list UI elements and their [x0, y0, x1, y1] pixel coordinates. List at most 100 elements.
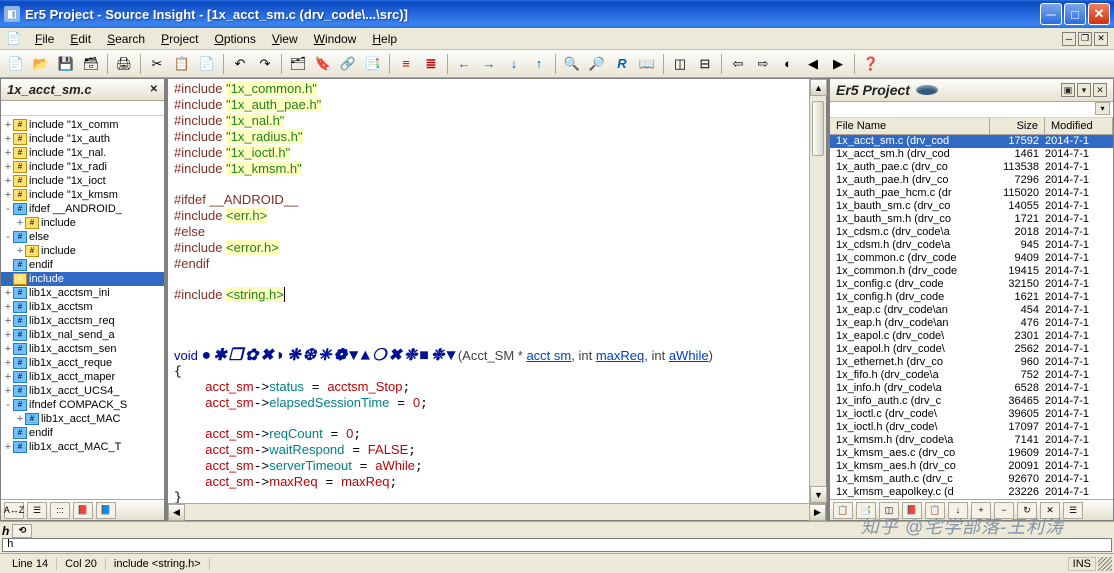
close-button[interactable]: ✕ — [1088, 3, 1110, 25]
symwin-button[interactable]: 🔖 — [311, 52, 335, 76]
file-row[interactable]: 1x_acct_sm.c (drv_cod175922014-7-1 — [830, 135, 1113, 148]
col-filename[interactable]: File Name — [830, 118, 990, 134]
file-row[interactable]: 1x_cdsm.c (drv_code\a20182014-7-1 — [830, 226, 1113, 239]
sort-az-button[interactable]: A↔Z — [4, 502, 24, 519]
menu-ile[interactable]: File — [28, 30, 61, 48]
find-button[interactable]: 🔍 — [560, 52, 584, 76]
mdi-restore[interactable]: ❐ — [1078, 32, 1092, 46]
prev-link-button[interactable]: ⇦ — [726, 52, 750, 76]
file-row[interactable]: 1x_info_auth.c (drv_c364652014-7-1 — [830, 395, 1113, 408]
col-size[interactable]: Size — [990, 118, 1045, 134]
menu-roject[interactable]: Project — [154, 30, 205, 48]
proj-b7[interactable]: + — [971, 502, 991, 519]
scroll-thumb[interactable] — [812, 101, 824, 156]
file-row[interactable]: 1x_kmsm_aes.h (drv_co200912014-7-1 — [830, 460, 1113, 473]
maximize-button[interactable]: □ — [1064, 3, 1086, 25]
scroll-up-icon[interactable]: ▲ — [810, 79, 827, 96]
tree-button[interactable]: ::: — [50, 502, 70, 519]
open-file-button[interactable]: 📂 — [29, 52, 53, 76]
project-menu-button[interactable]: ▾ — [1077, 83, 1091, 97]
file-row[interactable]: 1x_eap.h (drv_code\an4762014-7-1 — [830, 317, 1113, 330]
symbol-row[interactable]: -#ifndef COMPACK_S — [1, 398, 164, 412]
menu-indow[interactable]: Window — [307, 30, 364, 48]
symbol-row[interactable]: +#include "1x_radi — [1, 160, 164, 174]
symbol-row[interactable]: +#include "1x_auth — [1, 132, 164, 146]
file-row[interactable]: 1x_auth_pae.h (drv_co72962014-7-1 — [830, 174, 1113, 187]
file-row[interactable]: 1x_kmsm_auth.c (drv_c926702014-7-1 — [830, 473, 1113, 486]
proj-b4[interactable]: 📕 — [902, 502, 922, 519]
symbol-row[interactable]: -#else — [1, 230, 164, 244]
symbol-row[interactable]: +#lib1x_acctsm_ini — [1, 286, 164, 300]
refs-button[interactable]: R — [610, 52, 634, 76]
proj-b2[interactable]: 📑 — [856, 502, 876, 519]
goto-caller-button[interactable]: ↑ — [527, 52, 551, 76]
file-row[interactable]: 1x_eap.c (drv_code\an4542014-7-1 — [830, 304, 1113, 317]
file-row[interactable]: 1x_cdsm.h (drv_code\a9452014-7-1 — [830, 239, 1113, 252]
file-row[interactable]: 1x_common.h (drv_code194152014-7-1 — [830, 265, 1113, 278]
symbol-row[interactable]: +#include "1x_ioct — [1, 174, 164, 188]
symbol-row[interactable]: #endif — [1, 258, 164, 272]
symbol-row[interactable]: +#lib1x_acct_MAC_T — [1, 440, 164, 454]
file-row[interactable]: 1x_common.c (drv_code94092014-7-1 — [830, 252, 1113, 265]
mdi-minimize[interactable]: ─ — [1062, 32, 1076, 46]
book1-button[interactable]: 📕 — [73, 502, 93, 519]
symbol-row[interactable]: +#lib1x_nal_send_a — [1, 328, 164, 342]
menu-iew[interactable]: View — [265, 30, 305, 48]
file-row[interactable]: 1x_eapol.h (drv_code\25622014-7-1 — [830, 343, 1113, 356]
symbol-row[interactable]: +#lib1x_acct_MAC — [1, 412, 164, 426]
proj-b6[interactable]: ↓ — [948, 502, 968, 519]
context-body[interactable]: h — [2, 538, 1112, 552]
resize-grip[interactable] — [1098, 557, 1112, 571]
search-files-button[interactable]: 🔎 — [585, 52, 609, 76]
scroll-left-icon[interactable]: ◀ — [168, 504, 185, 521]
scroll-down-icon[interactable]: ▼ — [810, 486, 827, 503]
symbol-row[interactable]: +#include "1x_comm — [1, 118, 164, 132]
browse-button[interactable]: 📖 — [635, 52, 659, 76]
file-row[interactable]: 1x_kmsm.h (drv_code\a71412014-7-1 — [830, 434, 1113, 447]
file-row[interactable]: 1x_eapol.c (drv_code\23012014-7-1 — [830, 330, 1113, 343]
symbol-row[interactable]: +#lib1x_acct_maper — [1, 370, 164, 384]
book2-button[interactable]: 📘 — [96, 502, 116, 519]
project-close-button[interactable]: ✕ — [1093, 83, 1107, 97]
symbol-row[interactable]: +#include — [1, 272, 164, 286]
context-lock-button[interactable]: ⟲ — [12, 524, 32, 538]
file-row[interactable]: 1x_acct_sm.h (drv_cod14612014-7-1 — [830, 148, 1113, 161]
file-row[interactable]: 1x_kmsm_aes.c (drv_co196092014-7-1 — [830, 447, 1113, 460]
proj-b9[interactable]: ↻ — [1017, 502, 1037, 519]
toggle-mark-button[interactable]: ◐ — [776, 52, 800, 76]
project-filter-dropdown-icon[interactable]: ▾ — [1095, 102, 1110, 115]
help-button[interactable]: ❓ — [859, 52, 883, 76]
symbol-row[interactable]: +#include — [1, 244, 164, 258]
save-button[interactable]: 💾 — [54, 52, 78, 76]
file-row[interactable]: 1x_config.c (drv_code321502014-7-1 — [830, 278, 1113, 291]
proj-b5[interactable]: 📋 — [925, 502, 945, 519]
copy-button[interactable]: 📋 — [170, 52, 194, 76]
menu-ptions[interactable]: Options — [207, 30, 262, 48]
menu-earch[interactable]: Search — [100, 30, 152, 48]
file-row[interactable]: 1x_kmsm_eapolkey.c (d232262014-7-1 — [830, 486, 1113, 499]
symbol-row[interactable]: +#lib1x_acct_UCS4_ — [1, 384, 164, 398]
symbol-row[interactable]: +#lib1x_acct_reque — [1, 356, 164, 370]
symbol-panel-close-icon[interactable]: ✕ — [150, 84, 158, 95]
tile-h-button[interactable]: ◫ — [668, 52, 692, 76]
minimize-button[interactable]: ─ — [1040, 3, 1062, 25]
proj-b8[interactable]: − — [994, 502, 1014, 519]
proj-b10[interactable]: ✕ — [1040, 502, 1060, 519]
symbol-row[interactable]: +#lib1x_acctsm — [1, 300, 164, 314]
file-row[interactable]: 1x_fifo.h (drv_code\a7522014-7-1 — [830, 369, 1113, 382]
symbol-filter-input[interactable] — [1, 101, 164, 116]
file-row[interactable]: 1x_ioctl.h (drv_code\170972014-7-1 — [830, 421, 1113, 434]
prev-file-button[interactable]: ◀ — [801, 52, 825, 76]
tile-v-button[interactable]: ⊟ — [693, 52, 717, 76]
file-row[interactable]: 1x_config.h (drv_code16212014-7-1 — [830, 291, 1113, 304]
editor-content[interactable]: #include "1x_common.h" #include "1x_auth… — [168, 79, 826, 503]
editor-v-scrollbar[interactable]: ▲ ▼ — [809, 79, 826, 503]
file-row[interactable]: 1x_auth_pae.c (drv_co1135382014-7-1 — [830, 161, 1113, 174]
redo-button[interactable]: ↷ — [253, 52, 277, 76]
save-all-button[interactable]: 🗃 — [79, 52, 103, 76]
next-link-button[interactable]: ⇨ — [751, 52, 775, 76]
cut-button[interactable]: ✂ — [145, 52, 169, 76]
symbol-row[interactable]: +#include "1x_nal. — [1, 146, 164, 160]
project-sync-button[interactable]: ▣ — [1061, 83, 1075, 97]
forward-button[interactable]: → — [477, 52, 501, 76]
